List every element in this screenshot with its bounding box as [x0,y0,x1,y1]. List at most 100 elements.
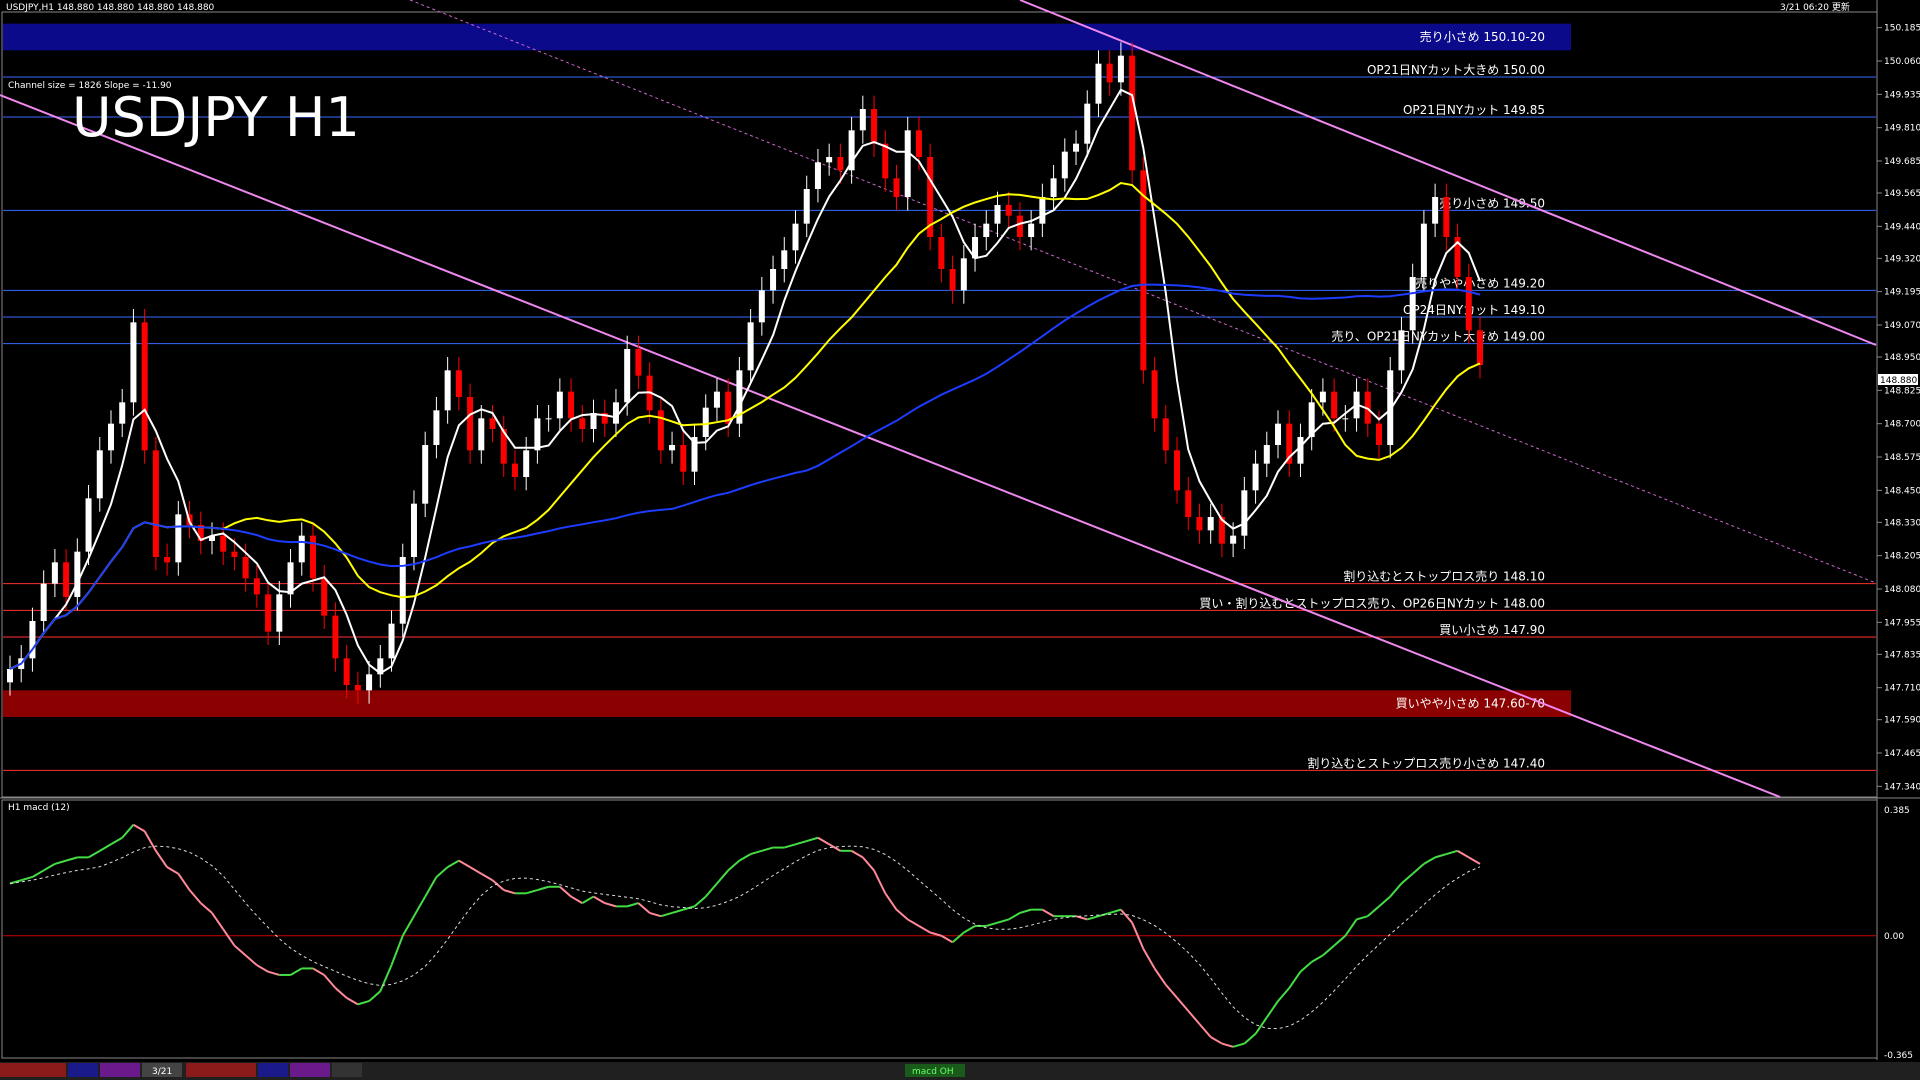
candle-body [1095,63,1102,104]
y-tick-label: 148.700 [1884,420,1920,430]
candle-body [893,178,900,197]
candle-body [1005,205,1012,216]
y-tick-label: 148.825 [1884,386,1920,396]
candle-body [343,658,350,685]
candle-body [1073,143,1080,152]
candle-body [478,418,485,451]
candle-body [826,157,833,163]
candle-body [63,562,70,597]
candle-body [175,514,182,563]
bottom-tab-bar[interactable]: 3/21 macd OH [0,1062,1920,1080]
candle-body [859,109,866,131]
candle-body [107,423,114,451]
candle-body [1185,490,1192,517]
level-label: 売り小さめ 149.50 [1439,195,1545,210]
macd-tick-label: 0.385 [1884,806,1910,816]
y-tick-label: 149.195 [1884,288,1920,298]
candle-body [882,143,889,179]
candle-body [1398,330,1405,371]
candle-body [915,130,922,157]
candle-body [792,223,799,251]
zone-band [3,690,1571,717]
zone-band [3,23,1571,51]
candle-body [399,557,406,624]
candle-body [366,674,373,691]
candle-body [1196,517,1203,531]
candle-body [590,413,597,429]
candle-body [40,583,47,621]
level-label: 売り、OP21日NYカット大きめ 149.00 [1331,329,1545,344]
level-label: OP24日NYカット 149.10 [1403,303,1545,317]
candle-body [433,410,440,445]
candle-body [814,162,821,189]
candle-body [545,418,552,420]
candle-body [938,237,945,269]
candle-body [904,130,911,197]
candle-body [556,391,563,419]
candle-body [1061,151,1068,179]
candle-body [298,535,305,563]
header-update-time: 3/21 06:20 更新 [1780,1,1850,13]
candle-body [455,370,462,397]
candle-body [1106,63,1113,83]
level-label: 買い小さめ 147.90 [1439,623,1545,637]
candle-body [1443,197,1450,237]
candle-body [1376,423,1383,445]
candle-body [534,418,541,451]
y-tick-label: 149.810 [1884,124,1920,134]
zone-label: 買いやや小さめ 147.60-70 [1396,697,1545,711]
candle-body [1230,535,1237,544]
candle-body [141,322,148,451]
candle-body [321,578,328,616]
candle-body [781,250,788,269]
candle-body [253,578,260,595]
candle-body [960,258,967,291]
level-label: 割り込むとストップロス売り 148.10 [1343,569,1545,584]
candle-body [220,535,227,552]
candle-body [624,349,631,403]
candle-body [242,557,249,579]
candle-body [1129,55,1136,171]
y-tick-label: 148.575 [1884,453,1920,463]
candle-body [1050,178,1057,197]
y-tick-label: 147.955 [1884,618,1920,628]
candle-body [1263,445,1270,464]
candle-body [1331,391,1338,419]
y-tick-label: 148.205 [1884,552,1920,562]
candle-body [51,562,58,584]
y-tick-label: 147.835 [1884,650,1920,660]
y-tick-label: 149.565 [1884,189,1920,199]
y-tick-label: 147.710 [1884,684,1920,694]
candle-body [994,205,1001,224]
candle-body [85,498,92,552]
y-tick-label: 149.935 [1884,90,1920,100]
candle-body [1039,197,1046,224]
level-label: 割り込むとストップロス売り小さめ 147.40 [1307,755,1545,770]
y-tick-label: 149.685 [1884,157,1920,167]
macd-tick-label: 0.00 [1884,932,1904,942]
candle-body [96,450,103,499]
zone-label: 売り小さめ 150.10-20 [1420,29,1545,44]
candle-body [444,370,451,411]
candle-body [568,391,575,419]
candle-body [1252,463,1259,491]
candle-body [130,322,137,403]
candle-body [119,402,126,424]
macd-tick-label: -0.365 [1884,1051,1913,1061]
candle-body [1151,370,1158,419]
candle-body [680,445,687,472]
y-tick-label: 149.070 [1884,321,1920,331]
candle-body [152,450,159,557]
y-tick-label: 150.185 [1884,24,1920,34]
candle-body [770,269,777,291]
candle-body [1297,437,1304,464]
candle-body [1174,450,1181,491]
candle-body [1162,418,1169,451]
usdjpy-h1-chart: 売り小さめ 150.10-20 買いやや小さめ 147.60-70 OP21日NY… [0,0,1920,1080]
candle-body [1409,277,1416,331]
current-price-label: 148.880 [1880,376,1917,386]
candle-body [1319,391,1326,403]
candle-body [1477,330,1483,365]
y-tick-label: 148.080 [1884,585,1920,595]
candle-body [837,157,844,171]
